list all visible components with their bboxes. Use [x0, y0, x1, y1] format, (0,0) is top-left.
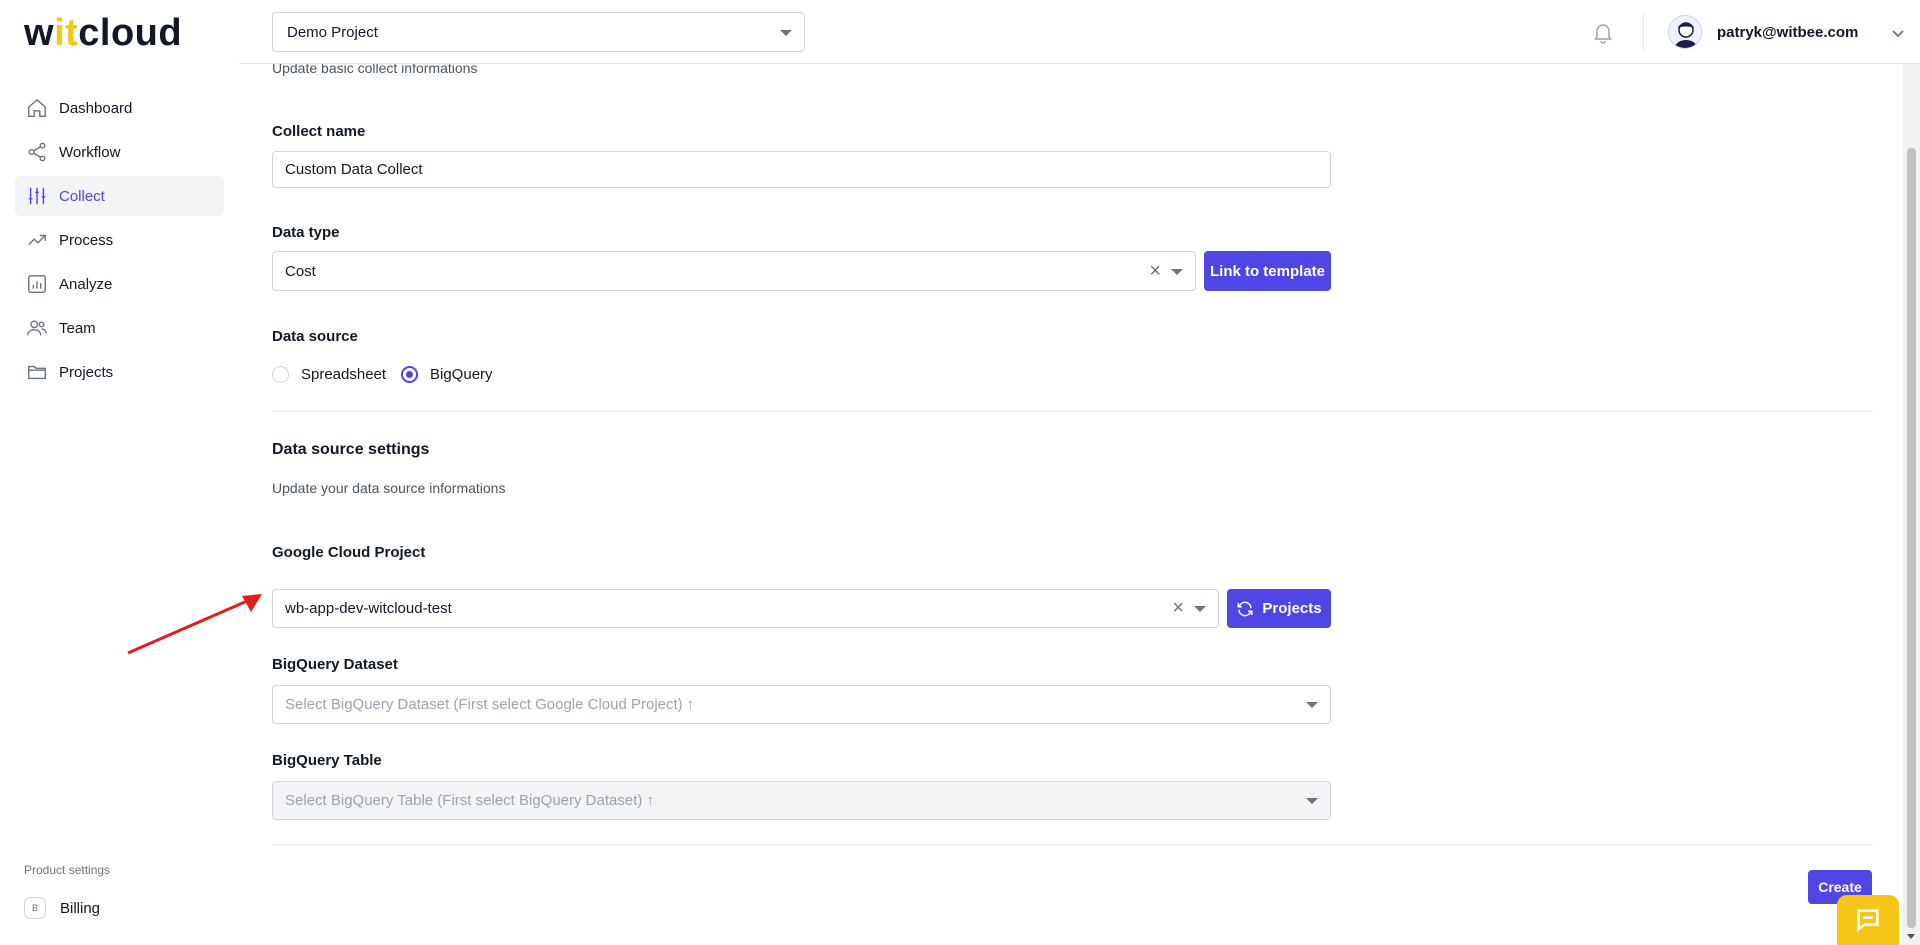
sidebar-item-collect[interactable]: Collect: [15, 176, 224, 216]
section-divider: [272, 411, 1873, 412]
home-icon: [25, 96, 49, 120]
sidebar-item-dashboard[interactable]: Dashboard: [15, 88, 224, 128]
sidebar-item-label: Workflow: [59, 143, 121, 161]
radio-label: Spreadsheet: [301, 366, 387, 383]
billing-badge: B: [24, 897, 46, 919]
sidebar-item-billing[interactable]: B Billing: [24, 897, 100, 919]
dataset-label: BigQuery Dataset: [272, 656, 398, 673]
chevron-down-icon[interactable]: [1194, 606, 1206, 612]
folder-icon: [25, 360, 49, 384]
link-to-template-button[interactable]: Link to template: [1204, 251, 1331, 291]
dataset-placeholder: Select BigQuery Dataset (First select Go…: [285, 696, 695, 713]
project-select[interactable]: Demo Project: [272, 12, 805, 52]
sidebar-item-label: Dashboard: [59, 99, 133, 117]
sliders-icon: [25, 184, 49, 208]
collect-name-input[interactable]: Custom Data Collect: [272, 151, 1331, 188]
sidebar-item-process[interactable]: Process: [15, 220, 224, 260]
product-settings-label: Product settings: [24, 863, 111, 877]
bar-chart-icon: [25, 272, 49, 296]
sidebar-item-label: Process: [59, 231, 114, 249]
share-icon: [25, 140, 49, 164]
sidebar-item-analyze[interactable]: Analyze: [15, 264, 224, 304]
refresh-icon: [1237, 601, 1253, 616]
project-select-value: Demo Project: [287, 23, 378, 41]
annotation-arrow-icon: [127, 594, 262, 655]
table-placeholder: Select BigQuery Table (First select BigQ…: [285, 792, 655, 809]
gcp-label: Google Cloud Project: [272, 544, 426, 561]
ds-settings-title: Data source settings: [272, 441, 430, 458]
gcp-select[interactable]: wb-app-dev-witcloud-test ×: [272, 589, 1219, 628]
scroll-down-icon[interactable]: [1907, 934, 1915, 939]
sidebar-item-label: Team: [59, 319, 96, 337]
witcloud-logo[interactable]: witcloud: [24, 12, 182, 55]
collect-name-label: Collect name: [272, 123, 366, 140]
header-divider: [1643, 14, 1644, 50]
sidebar-item-label: Collect: [59, 187, 105, 205]
sidebar-item-workflow[interactable]: Workflow: [15, 132, 224, 172]
clear-icon[interactable]: ×: [1172, 598, 1184, 618]
chevron-down-icon[interactable]: [1306, 798, 1318, 804]
sidebar: witcloud Dashboard Workflow Collect Proc…: [0, 0, 239, 945]
radio-label: BigQuery: [430, 366, 493, 383]
radio-circle-selected: [401, 366, 418, 383]
section-divider: [272, 844, 1873, 845]
sidebar-item-label: Billing: [60, 899, 101, 917]
chat-icon: [1857, 909, 1879, 933]
radio-bigquery[interactable]: BigQuery: [401, 366, 493, 383]
radio-spreadsheet[interactable]: Spreadsheet: [272, 366, 386, 383]
sidebar-item-projects[interactable]: Projects: [15, 352, 224, 392]
user-email[interactable]: patryk@witbee.com: [1717, 24, 1858, 41]
clear-icon[interactable]: ×: [1149, 261, 1161, 281]
avatar[interactable]: [1668, 15, 1702, 49]
radio-circle: [272, 366, 289, 383]
sidebar-item-label: Projects: [59, 363, 114, 381]
data-type-select[interactable]: Cost ×: [272, 251, 1196, 291]
table-select[interactable]: Select BigQuery Table (First select BigQ…: [272, 781, 1331, 820]
users-icon: [25, 316, 49, 340]
sidebar-item-label: Analyze: [59, 275, 113, 293]
chat-widget-button[interactable]: [1837, 895, 1899, 945]
sidebar-item-team[interactable]: Team: [15, 308, 224, 348]
page-scrollbar[interactable]: [1903, 0, 1920, 945]
data-type-value: Cost: [285, 262, 316, 280]
data-source-label: Data source: [272, 328, 358, 345]
chevron-down-icon[interactable]: [1306, 702, 1318, 708]
dataset-select[interactable]: Select BigQuery Dataset (First select Go…: [272, 685, 1331, 724]
chevron-down-icon[interactable]: [1891, 26, 1905, 40]
bell-icon[interactable]: [1591, 20, 1615, 44]
chevron-down-icon[interactable]: [1171, 269, 1183, 275]
chevron-down-icon: [780, 30, 792, 36]
top-header: Demo Project patryk@witbee.com: [239, 0, 1920, 64]
table-label: BigQuery Table: [272, 752, 382, 769]
scroll-thumb[interactable]: [1907, 148, 1916, 928]
sidebar-nav: Dashboard Workflow Collect Process Analy…: [15, 88, 224, 396]
gcp-value: wb-app-dev-witcloud-test: [285, 600, 452, 617]
projects-button-label: Projects: [1262, 600, 1322, 617]
trending-up-icon: [25, 228, 49, 252]
ds-settings-subtitle: Update your data source informations: [272, 480, 506, 496]
refresh-projects-button[interactable]: Projects: [1227, 589, 1331, 628]
data-type-label: Data type: [272, 224, 340, 241]
main-content: Update basic collect informations Collec…: [272, 0, 1873, 945]
